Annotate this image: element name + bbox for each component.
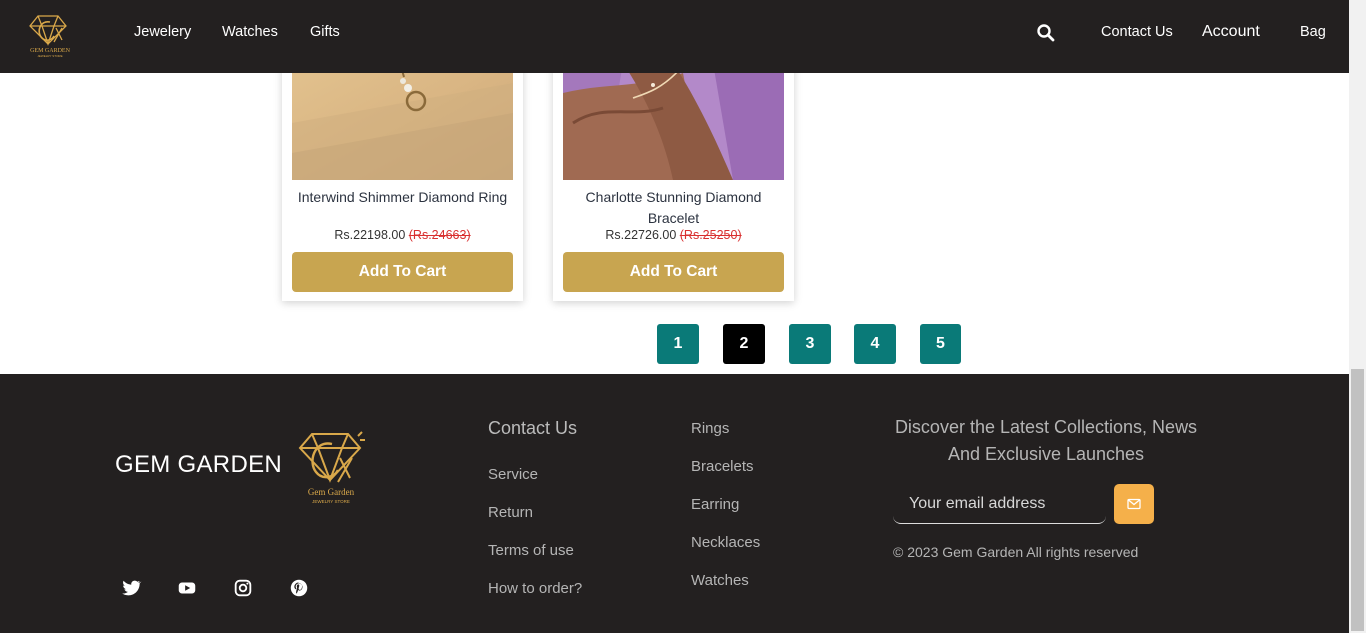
footer-brand: GEM GARDEN (115, 451, 283, 478)
product-card[interactable]: Interwind Shimmer Diamond Ring Rs.22198.… (282, 73, 523, 301)
product-price: Rs.22198.00 (Rs.24663) (282, 228, 523, 242)
nav-contact-us[interactable]: Contact Us (1101, 24, 1173, 40)
twitter-icon[interactable] (120, 577, 142, 599)
footer-link-service[interactable]: Service (488, 466, 538, 483)
page-button-4[interactable]: 4 (854, 324, 896, 364)
page-button-5[interactable]: 5 (920, 324, 961, 364)
product-image[interactable] (563, 73, 784, 180)
add-to-cart-button[interactable]: Add To Cart (292, 252, 513, 292)
product-price: Rs.22726.00 (Rs.25250) (553, 228, 794, 242)
product-grid: Interwind Shimmer Diamond Ring Rs.22198.… (0, 73, 1349, 374)
footer-link-earring[interactable]: Earring (691, 496, 739, 513)
logo-icon[interactable]: GEM GARDEN JEWELRY STORE (28, 10, 72, 58)
svg-text:Gem Garden: Gem Garden (308, 487, 355, 497)
copyright-text: © 2023 Gem Garden All rights reserved (893, 544, 1139, 560)
product-image[interactable] (292, 73, 513, 180)
original-price: (Rs.24663) (408, 228, 471, 242)
nav-bag[interactable]: Bag (1300, 24, 1326, 40)
instagram-icon[interactable] (232, 577, 254, 599)
footer-link-rings[interactable]: Rings (691, 420, 729, 437)
page-button-3[interactable]: 3 (789, 324, 831, 364)
add-to-cart-button[interactable]: Add To Cart (563, 252, 784, 292)
product-name[interactable]: Interwind Shimmer Diamond Ring (288, 187, 517, 208)
search-icon[interactable] (1036, 23, 1056, 43)
footer-link-how-to-order[interactable]: How to order? (488, 580, 582, 597)
footer: GEM GARDEN Gem Garden JEWELRY STORE Cont… (0, 374, 1349, 633)
footer-link-return[interactable]: Return (488, 504, 533, 521)
svg-text:JEWELRY STORE: JEWELRY STORE (37, 54, 62, 58)
current-price: Rs.22726.00 (605, 228, 677, 242)
page-button-1[interactable]: 1 (657, 324, 699, 364)
top-navbar: GEM GARDEN JEWELRY STORE Jewelery Watche… (0, 0, 1349, 73)
footer-link-terms[interactable]: Terms of use (488, 542, 574, 559)
footer-link-bracelets[interactable]: Bracelets (691, 458, 754, 475)
original-price: (Rs.25250) (679, 228, 742, 242)
footer-logo-icon: Gem Garden JEWELRY STORE (298, 431, 365, 504)
scrollbar-thumb[interactable] (1351, 369, 1364, 631)
nav-watches[interactable]: Watches (222, 24, 278, 40)
nav-jewelery[interactable]: Jewelery (134, 24, 191, 40)
footer-link-necklaces[interactable]: Necklaces (691, 534, 760, 551)
email-input[interactable]: Your email address (893, 484, 1106, 524)
pinterest-icon[interactable] (288, 577, 310, 599)
current-price: Rs.22198.00 (334, 228, 406, 242)
subscribe-button[interactable] (1114, 484, 1154, 524)
newsletter-text: Discover the Latest Collections, News An… (894, 417, 1198, 464)
product-name[interactable]: Charlotte Stunning Diamond Bracelet (559, 187, 788, 229)
page-button-2-active[interactable]: 2 (723, 324, 765, 364)
footer-contact-heading: Contact Us (488, 418, 578, 438)
svg-text:JEWELRY STORE: JEWELRY STORE (312, 499, 350, 504)
youtube-icon[interactable] (176, 577, 198, 599)
nav-gifts[interactable]: Gifts (310, 24, 340, 40)
mail-send-icon (1127, 498, 1141, 510)
footer-link-watches[interactable]: Watches (691, 572, 749, 589)
product-card[interactable]: Charlotte Stunning Diamond Bracelet Rs.2… (553, 73, 794, 301)
nav-account[interactable]: Account (1202, 23, 1260, 41)
